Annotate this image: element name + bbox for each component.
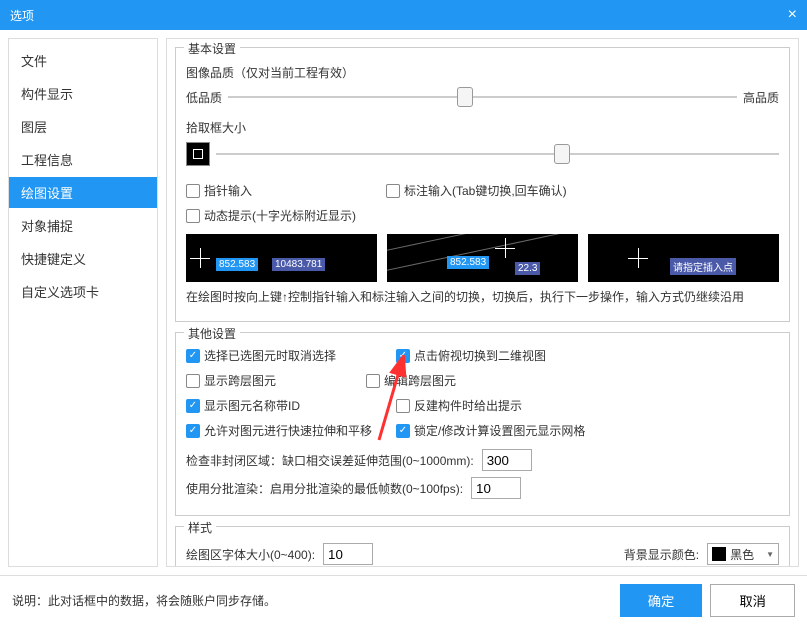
basic-legend: 基本设置 <box>184 40 240 57</box>
option-checkbox[interactable]: 显示跨层图元 <box>186 372 366 389</box>
option-checkbox[interactable]: 反建构件时给出提示 <box>396 397 576 414</box>
content-panel: 基本设置 图像品质（仅对当前工程有效） 低品质 高品质 拾取框大小 <box>166 38 799 567</box>
quality-label: 图像品质（仅对当前工程有效） <box>186 64 779 81</box>
sidebar-item[interactable]: 构件显示 <box>9 78 157 109</box>
gap-label: 检查非封闭区域：缺口相交误差延伸范围(0~1000mm): <box>186 452 474 469</box>
quality-low-label: 低品质 <box>186 89 222 106</box>
option-checkbox[interactable]: ✓选择已选图元时取消选择 <box>186 347 396 364</box>
option-checkbox[interactable]: ✓允许对图元进行快速拉伸和平移 <box>186 422 396 439</box>
fontsize-input[interactable] <box>323 543 373 565</box>
sidebar-item[interactable]: 自定义选项卡 <box>9 276 157 307</box>
sidebar-item[interactable]: 图层 <box>9 111 157 142</box>
fps-label: 使用分批渲染：启用分批渲染的最低帧数(0~100fps): <box>186 480 463 497</box>
style-group: 样式 绘图区字体大小(0~400): 背景显示颜色: 黑色 ▼ <box>175 526 790 567</box>
basic-description: 在绘图时按向上键↑控制指针输入和标注输入之间的切换，切换后，执行下一步操作，输入… <box>186 288 779 305</box>
option-checkbox[interactable]: ✓点击俯视切换到二维视图 <box>396 347 606 364</box>
option-checkbox[interactable]: 编辑跨层图元 <box>366 372 576 389</box>
style-legend: 样式 <box>184 519 216 536</box>
other-settings-group: 其他设置 ✓选择已选图元时取消选择✓点击俯视切换到二维视图显示跨层图元编辑跨层图… <box>175 332 790 516</box>
titlebar: 选项 × <box>0 0 807 30</box>
fontsize-label: 绘图区字体大小(0~400): <box>186 546 315 563</box>
dyn-hint-checkbox[interactable]: 动态提示(十字光标附近显示) <box>186 207 386 224</box>
quality-high-label: 高品质 <box>743 89 779 106</box>
picksize-slider[interactable] <box>216 144 779 164</box>
preview-dyn-hint: 请指定插入点 <box>588 234 779 282</box>
option-checkbox[interactable]: ✓锁定/修改计算设置图元显示网格 <box>396 422 585 439</box>
sidebar-item[interactable]: 绘图设置 <box>9 177 157 208</box>
ok-button[interactable]: 确定 <box>620 584 703 617</box>
pointer-input-checkbox[interactable]: 指针输入 <box>186 182 386 199</box>
sidebar-item[interactable]: 对象捕捉 <box>9 210 157 241</box>
option-checkbox[interactable]: ✓显示图元名称带ID <box>186 397 396 414</box>
preview-annot-input: 852.583 22.3 <box>387 234 578 282</box>
preview-pointer-input: 852.583 10483.781 <box>186 234 377 282</box>
picksize-label: 拾取框大小 <box>186 119 779 136</box>
window-title: 选项 <box>10 7 34 24</box>
sidebar-item[interactable]: 工程信息 <box>9 144 157 175</box>
cancel-button[interactable]: 取消 <box>710 584 795 617</box>
sidebar: 文件构件显示图层工程信息绘图设置对象捕捉快捷键定义自定义选项卡 <box>8 38 158 567</box>
quality-slider[interactable] <box>228 87 737 107</box>
sidebar-item[interactable]: 快捷键定义 <box>9 243 157 274</box>
chevron-down-icon: ▼ <box>766 550 774 559</box>
bgcolor-label: 背景显示颜色: <box>624 546 699 563</box>
footer-note: 说明：此对话框中的数据，将会随账户同步存储。 <box>12 592 276 609</box>
gap-input[interactable] <box>482 449 532 471</box>
picksize-swatch <box>186 142 210 166</box>
footer: 说明：此对话框中的数据，将会随账户同步存储。 确定 取消 <box>0 575 807 625</box>
sidebar-item[interactable]: 文件 <box>9 45 157 76</box>
other-legend: 其他设置 <box>184 325 240 342</box>
bgcolor-select[interactable]: 黑色 ▼ <box>707 543 779 565</box>
fps-input[interactable] <box>471 477 521 499</box>
close-icon[interactable]: × <box>788 6 797 24</box>
annot-input-checkbox[interactable]: 标注输入(Tab键切换,回车确认) <box>386 182 586 199</box>
basic-settings-group: 基本设置 图像品质（仅对当前工程有效） 低品质 高品质 拾取框大小 <box>175 47 790 322</box>
